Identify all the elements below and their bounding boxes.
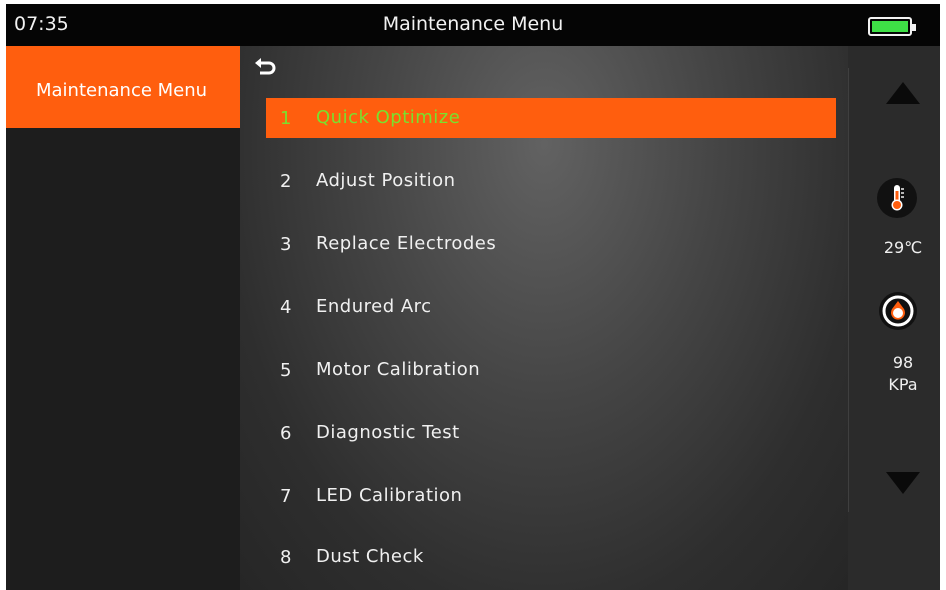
pressure-unit: KPa xyxy=(888,375,918,394)
back-arrow-icon[interactable] xyxy=(254,56,278,78)
status-side-panel: 29℃ 98 KPa xyxy=(848,46,940,590)
menu-item-endured-arc[interactable]: 4 Endured Arc xyxy=(266,287,836,327)
menu-item-motor-calibration[interactable]: 5 Motor Calibration xyxy=(266,350,836,390)
menu-item-label: Diagnostic Test xyxy=(316,422,460,443)
sidebar-item-maintenance-menu[interactable]: Maintenance Menu xyxy=(6,46,240,128)
menu-item-adjust-position[interactable]: 2 Adjust Position xyxy=(266,161,836,201)
menu-item-label: Quick Optimize xyxy=(316,107,461,128)
pressure-value: 98 xyxy=(892,353,914,372)
menu-item-number: 4 xyxy=(280,297,292,318)
menu-item-led-calibration[interactable]: 7 LED Calibration xyxy=(266,476,836,516)
menu-item-number: 7 xyxy=(280,486,292,507)
menu-item-number: 2 xyxy=(280,171,292,192)
menu-panel: 1 Quick Optimize 2 Adjust Position 3 Rep… xyxy=(240,46,848,590)
sidebar: Maintenance Menu xyxy=(6,46,240,590)
sidebar-item-label: Maintenance Menu xyxy=(36,80,208,101)
panel-divider xyxy=(848,68,849,512)
status-bar: 07:35 Maintenance Menu xyxy=(6,4,940,46)
temperature-value: 29℃ xyxy=(883,238,923,257)
device-screen: 07:35 Maintenance Menu Maintenance Menu … xyxy=(6,4,940,590)
menu-item-number: 3 xyxy=(280,234,292,255)
gauge-icon xyxy=(879,292,917,330)
menu-item-label: Motor Calibration xyxy=(316,359,481,380)
menu-item-label: Dust Check xyxy=(316,546,424,567)
triangle-up-icon[interactable] xyxy=(886,82,920,104)
battery-icon xyxy=(868,17,916,36)
menu-item-number: 8 xyxy=(280,547,292,568)
menu-item-label: Adjust Position xyxy=(316,170,456,191)
page-title: Maintenance Menu xyxy=(382,13,564,35)
thermometer-icon xyxy=(877,178,917,218)
menu-item-diagnostic-test[interactable]: 6 Diagnostic Test xyxy=(266,413,836,453)
triangle-down-icon[interactable] xyxy=(886,472,920,494)
menu-item-number: 6 xyxy=(280,423,292,444)
menu-item-label: Endured Arc xyxy=(316,296,432,317)
menu-item-label: Replace Electrodes xyxy=(316,233,497,254)
menu-item-quick-optimize[interactable]: 1 Quick Optimize xyxy=(266,98,836,138)
menu-item-dust-check[interactable]: 8 Dust Check xyxy=(266,537,836,577)
menu-item-replace-electrodes[interactable]: 3 Replace Electrodes xyxy=(266,224,836,264)
menu-item-number: 1 xyxy=(280,108,292,129)
menu-item-number: 5 xyxy=(280,360,292,381)
menu-item-label: LED Calibration xyxy=(316,485,463,506)
